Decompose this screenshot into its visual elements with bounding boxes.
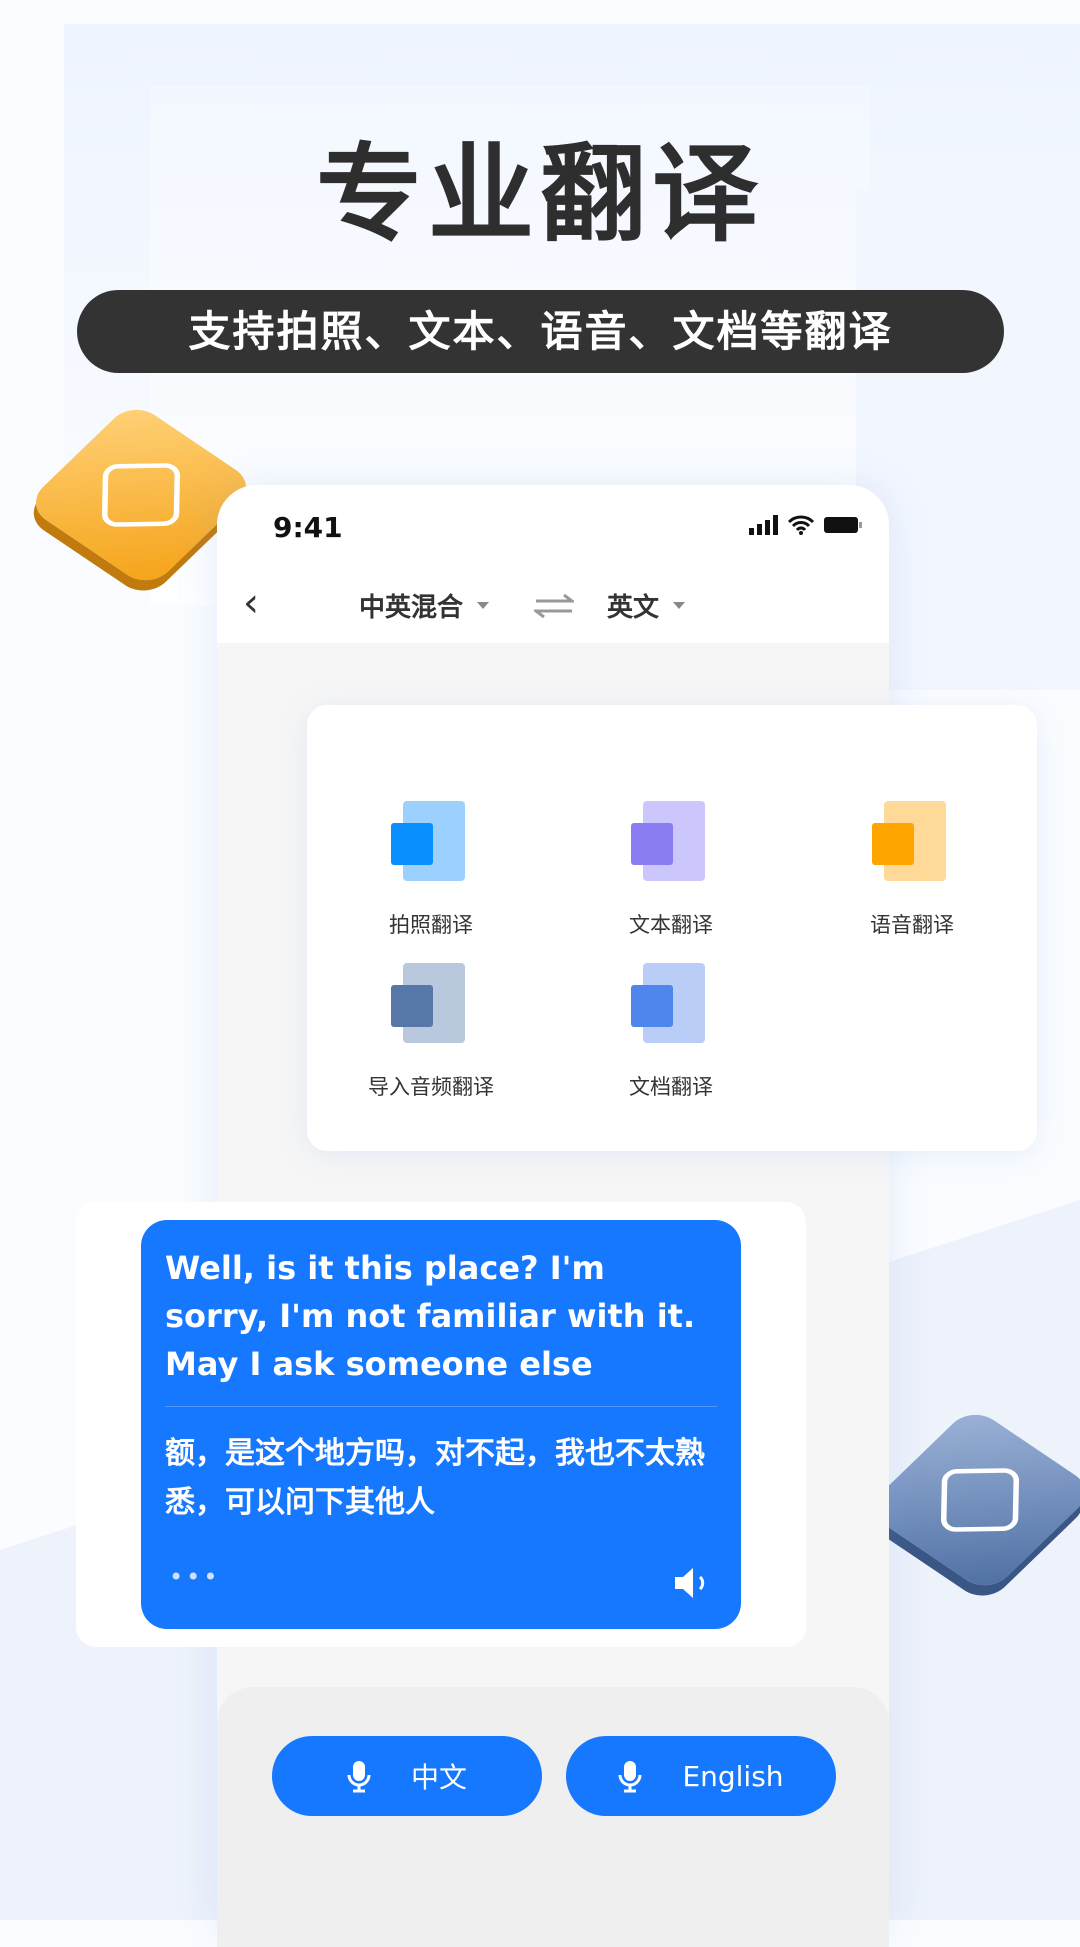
swap-icon[interactable]	[534, 591, 574, 621]
menu-item-label: 文本翻译	[629, 913, 713, 937]
signal-icon	[749, 515, 778, 535]
mic-icon	[618, 1761, 642, 1793]
phone-header: 9:41 ‹ 中英混合 英文	[217, 485, 889, 643]
menu-item-label: 语音翻译	[870, 913, 954, 937]
button-label: English	[682, 1759, 784, 1793]
audio-doc-icon	[391, 963, 471, 1043]
menu-item-photo[interactable]: 拍照翻译	[321, 801, 541, 939]
speaker-icon[interactable]	[673, 1565, 715, 1601]
divider	[165, 1406, 717, 1407]
back-button[interactable]: ‹	[243, 583, 259, 623]
mic-icon	[347, 1761, 371, 1793]
menu-item-document[interactable]: 文档翻译	[561, 963, 781, 1101]
battery-icon	[824, 517, 862, 533]
speak-english-button[interactable]: English	[566, 1736, 836, 1816]
language-bar: ‹ 中英混合 英文	[217, 583, 889, 627]
mic-doc-icon	[872, 801, 952, 881]
target-language-select[interactable]: 英文	[607, 587, 686, 624]
background-panel	[856, 190, 1080, 690]
speak-chinese-button[interactable]: 中文	[272, 1736, 542, 1816]
source-language: 中英混合	[359, 593, 464, 623]
more-button[interactable]: •••	[169, 1563, 220, 1591]
source-language-select[interactable]: 中英混合	[359, 587, 490, 624]
word-doc-icon	[631, 963, 711, 1043]
status-icons	[749, 515, 863, 535]
status-time: 9:41	[273, 511, 343, 544]
bottom-panel	[217, 1687, 889, 1947]
caret-down-icon	[477, 602, 490, 609]
subtitle-pill: 支持拍照、文本、语音、文档等翻译	[77, 290, 1004, 373]
camera-doc-icon	[391, 801, 471, 881]
menu-item-audio-import[interactable]: 导入音频翻译	[321, 963, 541, 1101]
english-text: Well, is it this place? I'm sorry, I'm n…	[165, 1249, 696, 1383]
menu-item-label: 导入音频翻译	[368, 1075, 494, 1099]
menu-item-text[interactable]: 文本翻译	[561, 801, 781, 939]
wifi-icon	[787, 515, 815, 535]
page-title: 专业翻译	[316, 133, 764, 256]
target-language: 英文	[607, 593, 660, 623]
chinese-text: 额，是这个地方吗，对不起，我也不太熟悉，可以问下其他人	[165, 1436, 705, 1520]
button-label: 中文	[410, 1761, 467, 1794]
translation-menu: 拍照翻译 文本翻译 语音翻译 导入音频翻译 文档翻译	[307, 705, 1037, 1151]
caret-down-icon	[673, 602, 686, 609]
menu-item-label: 文档翻译	[629, 1075, 713, 1099]
text-doc-icon	[631, 801, 711, 881]
menu-item-voice[interactable]: 语音翻译	[802, 801, 1022, 939]
menu-item-label: 拍照翻译	[389, 913, 473, 937]
translation-bubble: Well, is it this place? I'm sorry, I'm n…	[141, 1220, 741, 1629]
